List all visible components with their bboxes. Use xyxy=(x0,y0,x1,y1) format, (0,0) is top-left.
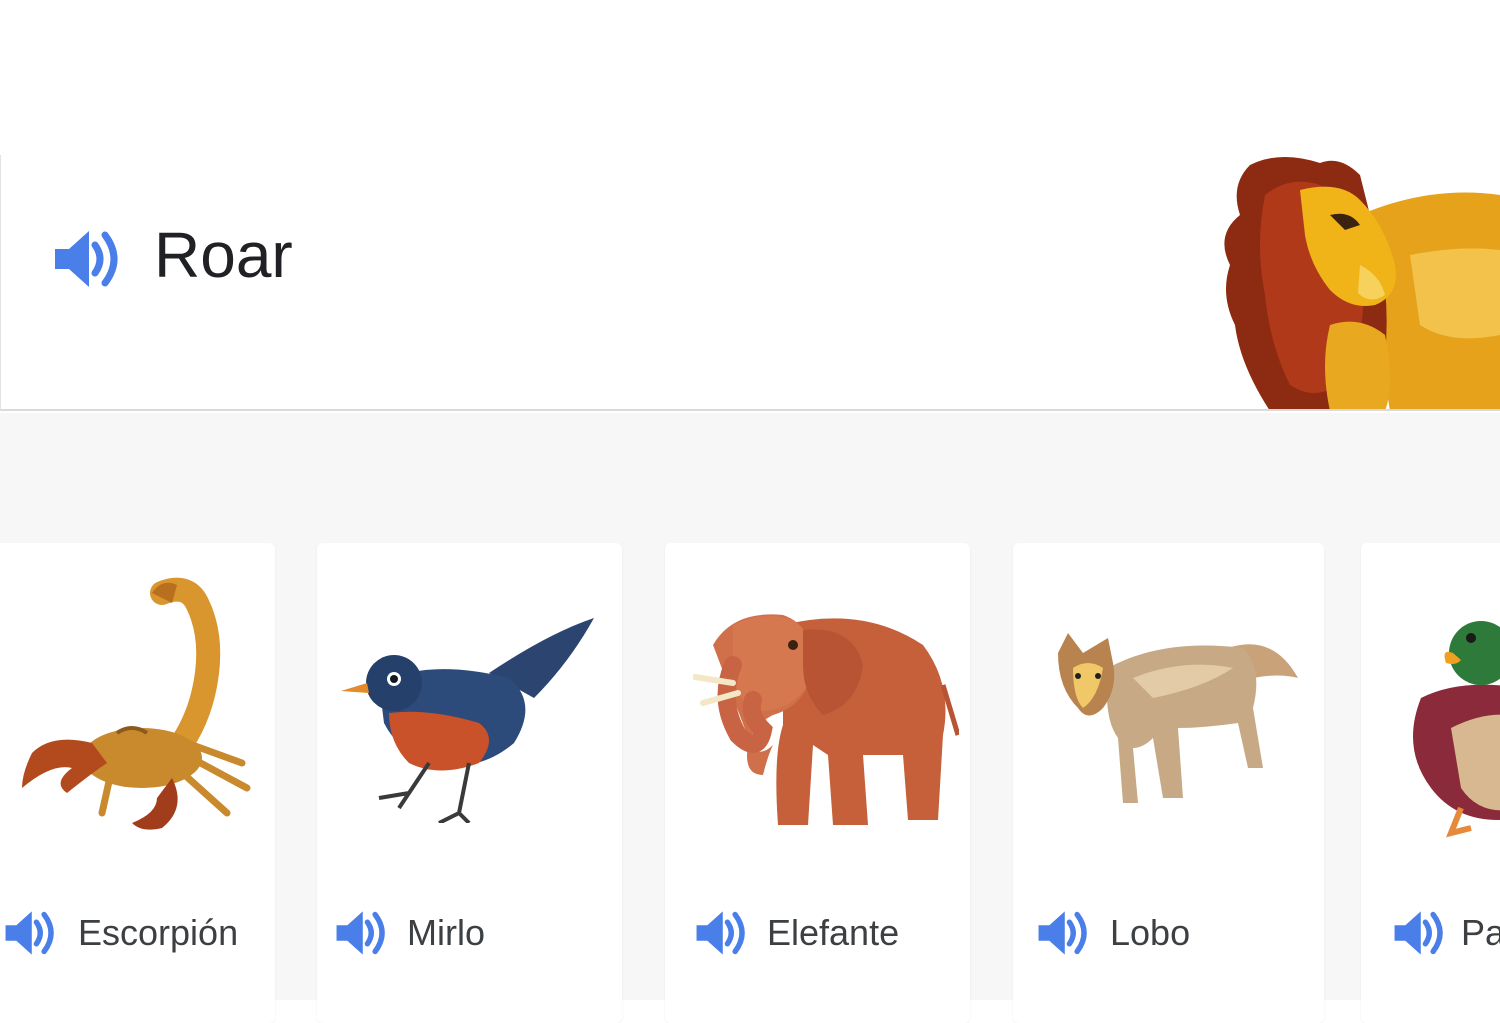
lion-illustration xyxy=(1224,156,1500,409)
card-label: Pa xyxy=(1461,912,1500,953)
hero-title: Roar xyxy=(154,219,293,291)
card-label: Elefante xyxy=(767,912,900,953)
top-blank-area xyxy=(0,0,1500,155)
elephant-illustration xyxy=(693,614,959,825)
blackbird-illustration xyxy=(341,618,594,823)
speaker-icon[interactable] xyxy=(1393,907,1447,959)
speaker-icon[interactable] xyxy=(53,227,123,291)
animal-card-duck[interactable]: Pa xyxy=(1361,543,1500,1023)
animal-card-scorpion[interactable]: Escorpión xyxy=(0,543,275,1023)
wolf-illustration xyxy=(1058,633,1298,803)
speaker-icon[interactable] xyxy=(1037,907,1091,959)
card-label: Escorpión xyxy=(78,912,239,953)
hero-card: Roar xyxy=(0,155,1500,411)
card-label: Mirlo xyxy=(407,912,485,953)
card-label: Lobo xyxy=(1110,912,1191,953)
duck-illustration xyxy=(1413,621,1500,838)
speaker-icon[interactable] xyxy=(4,907,58,959)
speaker-icon[interactable] xyxy=(695,907,749,959)
animal-card-blackbird[interactable]: Mirlo xyxy=(317,543,622,1023)
speaker-icon[interactable] xyxy=(335,907,389,959)
scorpion-illustration xyxy=(22,577,251,830)
animal-card-elephant[interactable]: Elefante xyxy=(665,543,970,1023)
animal-card-wolf[interactable]: Lobo xyxy=(1013,543,1324,1023)
